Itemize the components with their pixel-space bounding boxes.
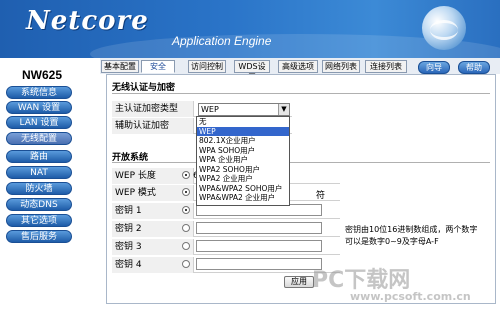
device-model: NW625 <box>22 68 63 82</box>
option-none[interactable]: 无 <box>197 117 289 127</box>
chevron-down-icon[interactable]: ▼ <box>278 104 289 115</box>
tab-advanced[interactable]: 高级选项 <box>278 60 318 73</box>
sidebar-item-lan[interactable]: LAN 设置 <box>6 116 72 129</box>
option-wpa-soho[interactable]: WPA SOHO用户 <box>197 146 289 156</box>
key-2-input[interactable] <box>196 222 322 234</box>
divider <box>112 93 490 94</box>
wizard-button[interactable]: 向导 <box>418 61 450 74</box>
tab-access-control[interactable]: 访问控制 <box>188 60 226 73</box>
sidebar-item-wan[interactable]: WAN 设置 <box>6 101 72 114</box>
wep-mode-radio[interactable] <box>182 188 190 196</box>
option-wpa2-enterprise[interactable]: WPA2 企业用户 <box>197 174 289 184</box>
tab-basic[interactable]: 基本配置 <box>101 60 139 73</box>
primary-auth-label: 主认证加密类型 <box>112 101 194 117</box>
apply-button[interactable]: 应用 <box>284 276 314 288</box>
key-3-input[interactable] <box>196 240 322 252</box>
divider <box>112 162 490 163</box>
tab-wds[interactable]: WDS设置 <box>234 60 270 82</box>
option-wpa-enterprise[interactable]: WPA 企业用户 <box>197 155 289 165</box>
key-2-radio[interactable] <box>182 224 190 232</box>
auth-type-dropdown-list[interactable]: 无 WEP 802.1X企业用户 WPA SOHO用户 WPA 企业用户 WPA… <box>196 116 290 206</box>
help-button[interactable]: 帮助 <box>458 61 490 74</box>
option-8021x[interactable]: 802.1X企业用户 <box>197 136 289 146</box>
key-hint-text: 密钥由10位16进制数组成，两个数字可以是数字0~9及字母A-F <box>345 225 478 246</box>
sidebar-item-firewall[interactable]: 防火墙 <box>6 182 72 195</box>
sidebar-item-support[interactable]: 售后服务 <box>6 230 72 243</box>
key-4-radio[interactable] <box>182 260 190 268</box>
sidebar-item-ddns[interactable]: 动态DNS <box>6 198 72 211</box>
section-title-wireless-auth: 无线认证与加密 <box>112 83 176 93</box>
sidebar-item-nat[interactable]: NAT <box>6 166 72 179</box>
brand-subtitle: Application Engine <box>172 34 272 48</box>
tab-connection-list[interactable]: 连接列表 <box>365 60 407 73</box>
primary-auth-select[interactable]: WEP ▼ <box>198 103 290 116</box>
option-wpa-wpa2-soho[interactable]: WPA&WPA2 SOHO用户 <box>197 184 289 194</box>
sidebar-item-system-info[interactable]: 系统信息 <box>6 86 72 99</box>
wep-mode-suffix: 符 <box>316 191 326 201</box>
sidebar-item-wireless[interactable]: 无线配置 <box>6 132 72 145</box>
key-3-radio[interactable] <box>182 242 190 250</box>
sidebar-item-routing[interactable]: 路由 <box>6 150 72 163</box>
key-4-input[interactable] <box>196 258 322 270</box>
tab-security[interactable]: 安全 <box>141 60 175 73</box>
option-wep[interactable]: WEP <box>197 126 289 136</box>
option-wpa2-soho[interactable]: WPA2 SOHO用户 <box>197 165 289 175</box>
key-1-radio[interactable] <box>182 206 190 214</box>
tab-network-list[interactable]: 网络列表 <box>322 60 360 73</box>
watermark-url: www.pcsoft.com.cn <box>350 290 471 303</box>
globe-icon <box>422 6 466 50</box>
primary-auth-value: WEP <box>201 105 219 114</box>
wep-length-radio[interactable] <box>182 171 190 179</box>
option-wpa-wpa2-enterprise[interactable]: WPA&WPA2 企业用户 <box>197 193 289 203</box>
secondary-auth-label: 辅助认证加密 <box>112 118 194 134</box>
sidebar-item-other[interactable]: 其它选项 <box>6 214 72 227</box>
header-banner: Netcore Application Engine <box>0 0 500 58</box>
brand-logo: Netcore <box>26 6 149 36</box>
